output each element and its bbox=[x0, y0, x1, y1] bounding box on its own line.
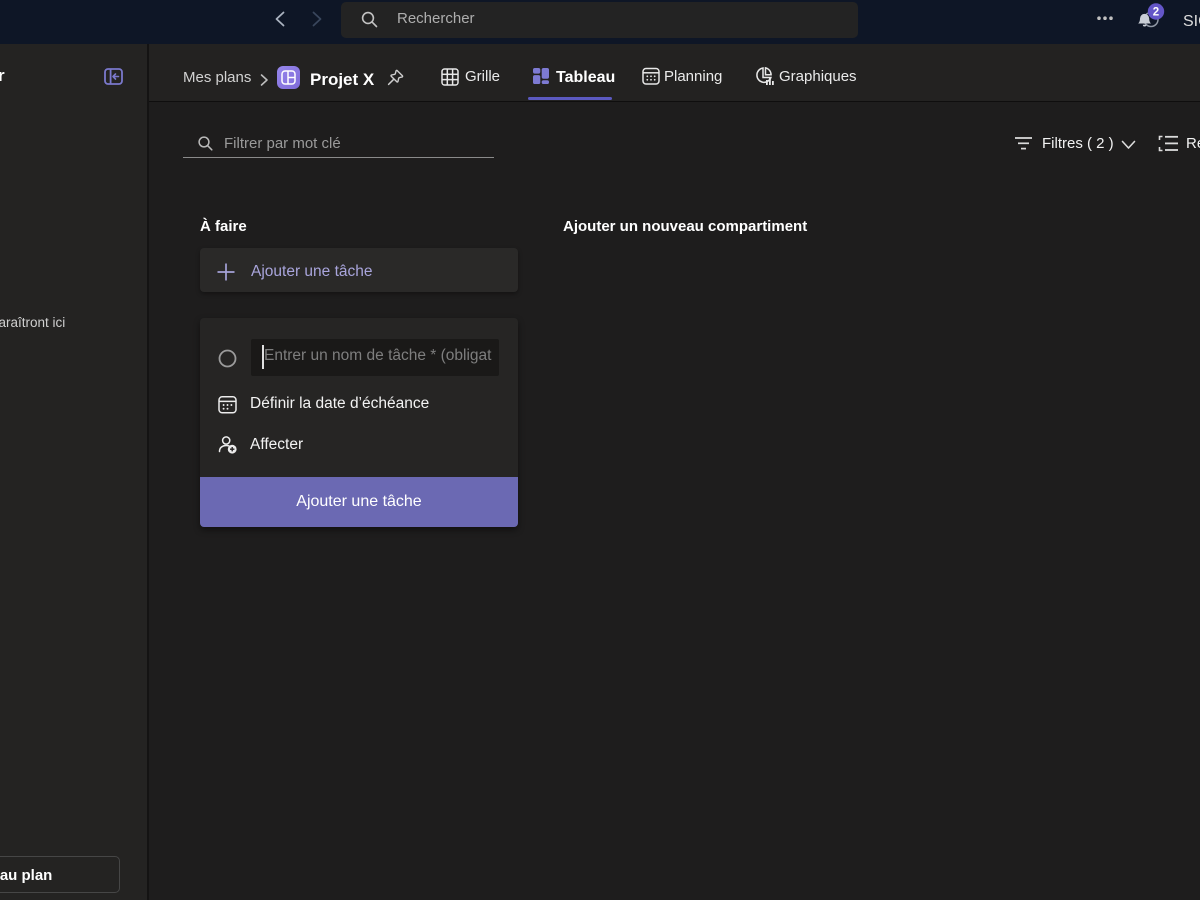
svg-text:2: 2 bbox=[1153, 7, 1159, 19]
